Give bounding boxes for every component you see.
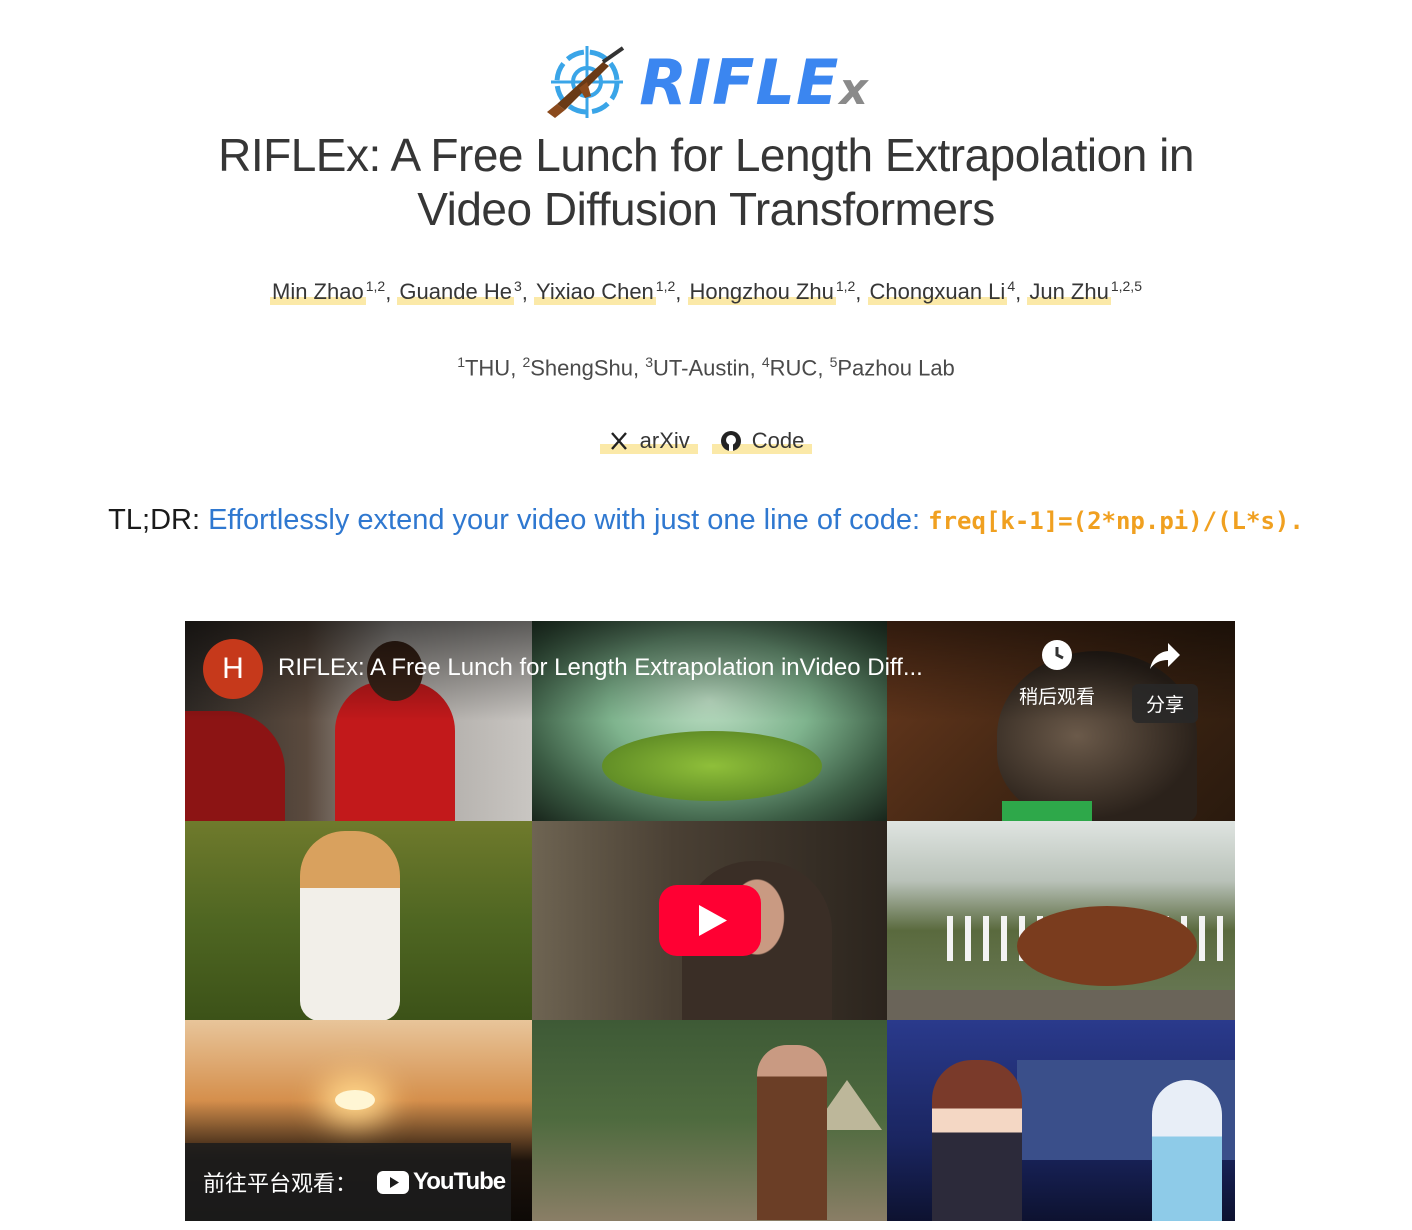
play-icon[interactable] xyxy=(659,885,761,956)
share-arrow-icon xyxy=(1150,643,1180,669)
rifle-target-icon xyxy=(547,46,625,118)
thumb-dog xyxy=(887,821,1235,1020)
clock-icon xyxy=(1042,640,1072,670)
author-affiliation-sup: 1,2,5 xyxy=(1110,278,1142,294)
code-link[interactable]: Code xyxy=(711,428,813,454)
watch-later-label: 稍后观看 xyxy=(1018,686,1095,708)
channel-avatar[interactable]: H xyxy=(203,639,263,699)
author-link[interactable]: Yixiao Chen xyxy=(533,279,656,306)
affiliation: RUC xyxy=(769,355,818,381)
youtube-play-icon xyxy=(377,1170,410,1194)
x-icon xyxy=(610,432,627,450)
video-title[interactable]: RIFLEx: A Free Lunch for Length Extrapol… xyxy=(278,654,998,682)
github-icon xyxy=(720,431,741,451)
tldr: TL;DR: Effortlessly extend your video wi… xyxy=(0,504,1412,537)
youtube-logo: YouTube xyxy=(377,1168,506,1196)
page-title: RIFLEx: A Free Lunch for Length Extrapol… xyxy=(0,128,1412,236)
author-link[interactable]: Hongzhou Zhu xyxy=(687,279,836,306)
affiliation: Pazhou Lab xyxy=(837,355,955,381)
watch-on-label: 前往平台观看： xyxy=(203,1172,358,1197)
share-button[interactable]: 分享 xyxy=(1132,639,1198,723)
affiliation: UT-Austin xyxy=(653,355,750,381)
author-link[interactable]: Chongxuan Li xyxy=(867,279,1008,306)
affiliation: THU xyxy=(464,355,511,381)
thumb-camp xyxy=(532,1020,887,1221)
thumb-anime xyxy=(887,1020,1235,1221)
author-link[interactable]: Guande He xyxy=(397,279,514,306)
arxiv-link[interactable]: arXiv xyxy=(599,428,698,454)
code-link-label: Code xyxy=(751,428,805,453)
tldr-code: freq[k-1]=(2*np.pi)/(L*s). xyxy=(928,507,1304,535)
author-affiliation-sup: 4 xyxy=(1007,278,1016,294)
author-affiliation-sup: 1,2 xyxy=(365,278,386,294)
logo-wordmark-x: x xyxy=(839,63,869,115)
logo-wordmark: RIFLE xyxy=(639,45,840,119)
tldr-message: Effortlessly extend your video with just… xyxy=(208,504,921,536)
page-title-line-2: Video Diffusion Transformers xyxy=(417,183,995,235)
author-affiliation-sup: 1,2 xyxy=(655,278,676,294)
affiliation-sup: 4 xyxy=(761,354,770,370)
share-label: 分享 xyxy=(1132,684,1198,723)
affiliation-sup: 1 xyxy=(457,354,465,370)
author-list: Min Zhao 1,2, Guande He 3, Yixiao Chen 1,2,… xyxy=(270,278,1142,306)
author-affiliation-sup: 1,2 xyxy=(835,278,856,294)
author-affiliation-sup: 3 xyxy=(513,278,522,294)
author-link[interactable]: Min Zhao xyxy=(270,279,366,306)
arxiv-link-label: arXiv xyxy=(639,428,690,453)
affiliation-sup: 3 xyxy=(645,354,654,370)
tldr-lead: TL;DR: xyxy=(108,504,201,536)
watch-later-button[interactable]: 稍后观看 xyxy=(1007,639,1107,709)
youtube-embed[interactable]: H RIFLEx: A Free Lunch for Length Extrap… xyxy=(185,621,1235,1221)
author-link[interactable]: Jun Zhu xyxy=(1027,279,1111,306)
watch-on-youtube-button[interactable]: 前往平台观看： YouTube xyxy=(185,1143,511,1221)
youtube-wordmark: YouTube xyxy=(413,1168,506,1195)
thumb-cat xyxy=(185,821,532,1020)
affiliation-list: 1THU, 2ShengShu, 3UT-Austin, 4RUC, 5Pazh… xyxy=(457,354,955,381)
resource-links: arXiv Code xyxy=(0,428,1412,454)
logo: RIFLEx xyxy=(0,44,1412,120)
affiliation: ShengShu xyxy=(530,355,633,381)
page-title-line-1: RIFLEx: A Free Lunch for Length Extrapol… xyxy=(218,129,1194,181)
